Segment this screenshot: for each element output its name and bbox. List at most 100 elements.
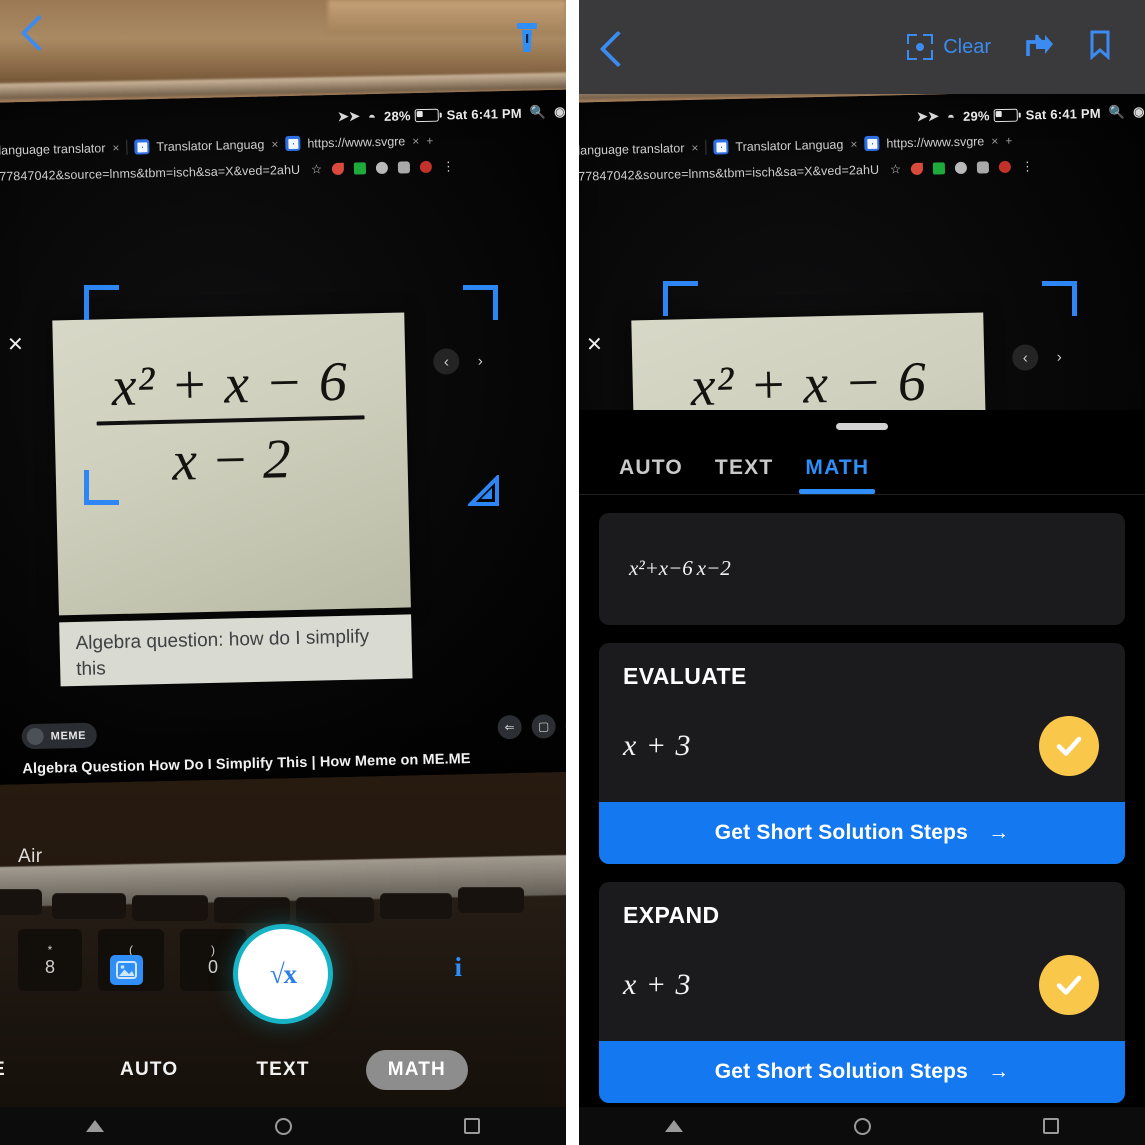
tab-close-3: × xyxy=(412,133,420,148)
bookmark-star-icon: ☆ xyxy=(311,162,323,177)
source-badge: MEME xyxy=(21,722,98,750)
mode-text[interactable]: TEXT xyxy=(234,1050,331,1090)
right-topbar: Clear xyxy=(579,0,1145,94)
tab-text[interactable]: TEXT xyxy=(699,456,789,494)
mode-partial[interactable]: E xyxy=(0,1050,28,1090)
battery-percent: 28% xyxy=(384,107,412,124)
url-text: 595077847042&source=lnms&tbm=isch&sa=X&v… xyxy=(0,162,302,184)
back-chevron-icon[interactable] xyxy=(20,14,58,52)
clock-right: Sat 6:41 PM xyxy=(1025,105,1102,122)
source-favicon xyxy=(26,727,45,746)
bookmark-icon: ▢ xyxy=(531,714,557,739)
crop-corner-top-right[interactable] xyxy=(1042,281,1077,316)
crop-corner-top-left[interactable] xyxy=(663,281,698,316)
bluetooth-icon: ➤➤ xyxy=(916,108,940,124)
results-bottom-sheet: AUTO TEXT MATH x²+x−6 x−2 EVALUATE x + 3 xyxy=(579,410,1145,1107)
extension-icon-2 xyxy=(354,161,367,175)
arrow-right-icon: → xyxy=(988,1060,1010,1083)
source-badge-label: MEME xyxy=(50,729,87,743)
os-status-bar: ➤➤ ◓ 28% Sat 6:41 PM 🔍 ◉ ☰ xyxy=(338,103,566,125)
panel-divider xyxy=(566,0,579,1145)
crop-corner-top-left[interactable] xyxy=(84,285,119,320)
crop-corner-bottom-left[interactable] xyxy=(84,470,119,505)
new-tab-button: + xyxy=(1005,133,1013,148)
nav-back-icon[interactable] xyxy=(85,1120,104,1132)
flashlight-icon[interactable] xyxy=(514,22,540,59)
expand-solution-steps-button[interactable]: Get Short Solution Steps → xyxy=(599,1041,1125,1103)
bookmark-icon[interactable] xyxy=(1089,30,1111,65)
tab-close-3: × xyxy=(991,133,999,148)
expand-result: x + 3 xyxy=(623,968,692,1001)
battery-shell xyxy=(414,108,440,122)
shutter-label: √x xyxy=(269,958,297,989)
nav-back-icon[interactable] xyxy=(664,1120,683,1132)
evaluate-result: x + 3 xyxy=(623,729,692,762)
wifi-icon: ◓ xyxy=(947,108,956,124)
os-status-bar-right: ➤➤ ◓ 29% Sat 6:41 PM 🔍 ◉ ☰ xyxy=(917,103,1145,125)
android-nav-bar xyxy=(0,1107,566,1145)
capture-mode-selector: E AUTO TEXT MATH xyxy=(0,1050,566,1090)
mode-tabs: AUTO TEXT MATH xyxy=(579,430,1145,495)
share-icon[interactable] xyxy=(1025,31,1055,64)
extension-icon-4 xyxy=(420,160,433,173)
scan-crop-frame[interactable] xyxy=(84,285,499,506)
check-circle-icon[interactable] xyxy=(1039,716,1099,776)
crop-corner-top-right[interactable] xyxy=(463,285,498,320)
sheet-drag-handle[interactable] xyxy=(836,423,888,430)
right-panel-results-view: ➤➤ ◓ 29% Sat 6:41 PM 🔍 ◉ ☰ language tran… xyxy=(579,0,1145,1145)
viewer-close-icon: × xyxy=(586,328,603,359)
clear-button[interactable]: Clear xyxy=(907,34,991,60)
extension-icon-2 xyxy=(933,161,946,175)
tab-title-3: https://www.svgre xyxy=(307,133,406,151)
screenshot-stage: ➤➤ ◓ 28% Sat 6:41 PM 🔍 ◉ ☰ language tran… xyxy=(0,0,1145,1145)
image-caption: Algebra question: how do I simplify this xyxy=(59,614,413,687)
tab-title-3: https://www.svgre xyxy=(886,133,985,151)
gallery-icon[interactable] xyxy=(110,955,143,985)
mode-auto[interactable]: AUTO xyxy=(98,1050,200,1090)
svg-favicon xyxy=(285,135,301,152)
evaluate-cta-label: Get Short Solution Steps xyxy=(714,821,969,844)
translator-favicon xyxy=(713,139,729,155)
browser-overflow-icon: ⋮ xyxy=(1021,159,1035,174)
expand-card-title: EXPAND xyxy=(623,902,720,928)
battery-percent-right: 29% xyxy=(963,107,991,124)
search-icon: 🔍 xyxy=(530,104,547,120)
nav-home-icon[interactable] xyxy=(854,1117,872,1135)
evaluate-solution-steps-button[interactable]: Get Short Solution Steps → xyxy=(599,802,1125,864)
nav-recents-icon[interactable] xyxy=(464,1118,481,1134)
crop-resize-handle[interactable] xyxy=(468,475,499,506)
android-nav-bar-right xyxy=(579,1107,1145,1145)
nav-recents-icon[interactable] xyxy=(1043,1118,1060,1134)
extensions-puzzle-icon xyxy=(398,160,411,174)
bluetooth-icon: ➤➤ xyxy=(337,108,361,124)
extension-icon-4 xyxy=(999,160,1012,173)
search-result-block: MEME ⇐ ▢ ⋮ Algebra Question How Do I Sim… xyxy=(21,711,566,785)
extension-icon-1 xyxy=(911,162,924,175)
bookmark-star-icon: ☆ xyxy=(890,162,902,177)
tab-close-2: × xyxy=(850,136,858,151)
account-icon: ◉ xyxy=(1133,103,1145,120)
capture-button[interactable]: √x xyxy=(233,924,333,1024)
back-chevron-icon[interactable] xyxy=(599,30,637,68)
translator-favicon xyxy=(134,139,150,155)
clear-label: Clear xyxy=(943,35,991,58)
evaluate-card-title: EVALUATE xyxy=(623,663,747,689)
nav-home-icon[interactable] xyxy=(275,1117,293,1135)
extensions-puzzle-icon xyxy=(977,160,990,174)
recognized-denominator: x−2 xyxy=(696,556,731,581)
expand-card: EXPAND x + 3 Get Short Solution Steps → xyxy=(599,882,1125,1103)
shutter-math-icon[interactable]: √x xyxy=(233,924,333,1024)
check-circle-icon[interactable] xyxy=(1039,955,1099,1015)
battery-indicator-right: 29% xyxy=(963,107,1019,124)
tab-title-1: language translator xyxy=(579,140,685,158)
battery-indicator: 28% xyxy=(384,107,440,124)
clock: Sat 6:41 PM xyxy=(446,105,523,122)
arrow-right-icon: → xyxy=(988,821,1010,844)
tab-auto[interactable]: AUTO xyxy=(603,456,699,494)
info-icon[interactable]: i xyxy=(454,952,462,983)
recognized-formula-card[interactable]: x²+x−6 x−2 xyxy=(599,513,1125,625)
tab-math[interactable]: MATH xyxy=(789,456,885,494)
laptop-air-label: Air xyxy=(18,846,43,867)
tab-title-1: language translator xyxy=(0,140,106,158)
mode-math[interactable]: MATH xyxy=(365,1050,468,1090)
